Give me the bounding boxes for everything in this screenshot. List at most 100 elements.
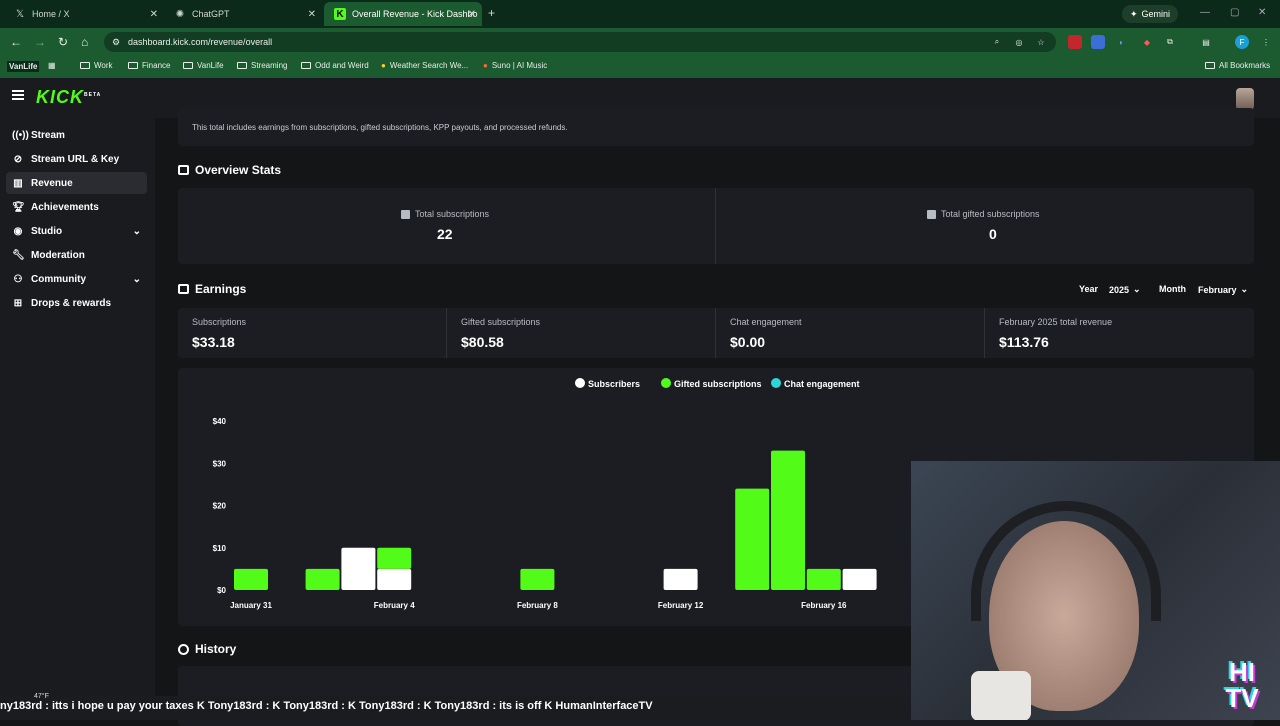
bookmarks-bar: VanLife ▦ Work Finance VanLife Streaming… [0, 56, 1280, 78]
bookmark-suno[interactable]: ● Suno | AI Music [483, 61, 547, 70]
tab-x-home[interactable]: 𝕏 Home / X ✕ [4, 2, 164, 26]
y-tick-label: $30 [213, 459, 227, 468]
suno-icon: ● [483, 61, 488, 70]
apps-grid-icon[interactable]: ▦ [48, 61, 56, 70]
legend-swatch [771, 378, 781, 388]
folder-icon [301, 62, 311, 69]
close-icon[interactable]: ✕ [150, 9, 158, 20]
extension-red-icon[interactable]: ◆ [1140, 35, 1154, 49]
gemini-button[interactable]: ✦ Gemini [1122, 5, 1179, 23]
y-tick-label: $0 [217, 586, 226, 595]
stats-icon [178, 165, 189, 175]
earnings-cards: Subscriptions $33.18 Gifted subscription… [178, 308, 1254, 358]
home-icon[interactable]: ⌂ [81, 35, 88, 49]
sidebar-item-community[interactable]: ⚇ Community ⌄ [6, 268, 147, 290]
new-tab-button[interactable]: + [488, 6, 495, 20]
tab-title: ChatGPT [192, 9, 230, 19]
legend-label: Chat engagement [784, 379, 860, 389]
total-revenue-label: February 2025 total revenue [999, 317, 1113, 327]
coffee-mug [971, 671, 1031, 720]
chart-icon: ▥ [13, 177, 23, 189]
x-tick-label: February 8 [517, 601, 558, 610]
sidebar-item-label: Drops & rewards [31, 297, 112, 309]
section-title: History [195, 642, 237, 656]
folder-icon [183, 62, 193, 69]
bookmark-weather[interactable]: ● Weather Search We... [381, 61, 468, 70]
address-bar[interactable]: ⚙ dashboard.kick.com/revenue/overall [104, 32, 1056, 52]
profile-avatar[interactable]: F [1235, 35, 1249, 49]
sidebar-item-stream-url-key[interactable]: ⊘ Stream URL & Key [6, 148, 147, 170]
maximize-button[interactable]: ▢ [1230, 7, 1239, 18]
legend-label: Subscribers [588, 379, 640, 389]
bookmark-vanlife[interactable]: VanLife [183, 61, 224, 70]
sidebar-item-achievements[interactable]: 🏆︎ Achievements [6, 196, 147, 218]
bar-subscribers [341, 547, 376, 590]
site-info-icon[interactable]: ⚙ [112, 37, 120, 48]
sidebar-item-stream[interactable]: ((•)) Stream [6, 124, 147, 146]
browser-toolbar: ← → ↻ ⌂ ⚙ dashboard.kick.com/revenue/ove… [0, 28, 1280, 56]
bookmark-odd-and-weird[interactable]: Odd and Weird [301, 61, 369, 70]
link-icon: ⊘ [13, 153, 23, 165]
hamburger-menu-icon[interactable] [12, 90, 24, 100]
tab-chatgpt[interactable]: ✺ ChatGPT ✕ [164, 2, 322, 26]
clock-icon [178, 643, 189, 655]
puzzle-icon[interactable]: ⧉ [1163, 35, 1177, 49]
user-avatar[interactable] [1236, 88, 1254, 110]
close-icon[interactable]: ✕ [308, 9, 316, 20]
gemini-label: Gemini [1141, 9, 1171, 19]
bookmark-label: Work [94, 61, 113, 70]
gift-icon: ⊞ [13, 297, 23, 309]
year-select[interactable]: 2025 ⌄ [1109, 284, 1141, 295]
broadcast-icon: ((•)) [12, 129, 29, 141]
total-subscriptions-label: Total subscriptions [401, 209, 489, 219]
sidebar-item-label: Moderation [31, 249, 85, 261]
kick-logo[interactable]: KICKBETA [36, 87, 101, 108]
close-icon[interactable]: ✕ [468, 9, 476, 20]
sidebar-item-drops-rewards[interactable]: ⊞ Drops & rewards [6, 292, 147, 314]
weather-widget[interactable]: 47°F [34, 693, 49, 700]
bar-gifted-subscriptions [234, 568, 268, 590]
bookmark-streaming[interactable]: Streaming [237, 61, 287, 70]
label-text: Month [1159, 284, 1186, 294]
star-icon[interactable]: ☆ [1034, 35, 1048, 49]
more-menu-icon[interactable]: ⋮ [1259, 35, 1273, 49]
chevron-down-icon[interactable]: ⌄ [133, 274, 141, 285]
bookmark-label: All Bookmarks [1219, 61, 1271, 70]
bookmark-finance[interactable]: Finance [128, 61, 170, 70]
hitv-logo: HI TV [1211, 659, 1273, 714]
close-window-button[interactable]: ✕ [1258, 7, 1266, 18]
sidebar-item-label: Stream URL & Key [31, 153, 120, 165]
sidebar-item-label: Studio [31, 225, 63, 237]
sidebar-item-moderation[interactable]: 🔧︎ Moderation [6, 244, 147, 266]
chatgpt-icon: ✺ [175, 8, 185, 20]
earnings-heading: Earnings [178, 282, 246, 296]
side-panel-icon[interactable]: ▤ [1199, 35, 1213, 49]
bookmark-vanlife-app[interactable]: VanLife [7, 61, 40, 72]
back-arrow-icon[interactable]: ← [10, 35, 22, 49]
eye-off-icon[interactable]: ◎ [1012, 35, 1026, 49]
reload-icon[interactable]: ↻ [58, 35, 68, 49]
forward-arrow-icon[interactable]: → [34, 35, 46, 49]
browser-tab-strip: 𝕏 Home / X ✕ ✺ ChatGPT ✕ K Overall Reven… [0, 0, 1280, 28]
minimize-button[interactable]: — [1200, 7, 1210, 18]
sidebar-item-revenue[interactable]: ▥ Revenue [6, 172, 147, 194]
all-bookmarks[interactable]: All Bookmarks [1205, 61, 1270, 70]
earnings-icon [178, 284, 189, 294]
chat-engagement-label: Chat engagement [730, 317, 802, 327]
sidebar-item-label: Stream [31, 129, 65, 141]
extension-translate-icon[interactable] [1091, 35, 1105, 49]
tab-kick-revenue[interactable]: K Overall Revenue - Kick Dashbo ✕ [324, 2, 482, 26]
sidebar-item-studio[interactable]: ◉ Studio ⌄ [6, 220, 147, 242]
url-text: dashboard.kick.com/revenue/overall [128, 37, 273, 47]
extension-shield-icon[interactable] [1068, 35, 1082, 49]
month-select[interactable]: February ⌄ [1198, 284, 1248, 295]
bookmark-work[interactable]: Work [80, 61, 113, 70]
legend-swatch [575, 378, 585, 388]
y-tick-label: $40 [213, 417, 227, 426]
zoom-icon[interactable]: ⌕ [990, 35, 1004, 49]
bar-subscribers [663, 568, 698, 590]
extension-audio-icon[interactable]: ◗ [1114, 35, 1128, 49]
bar-gifted-subscriptions [377, 547, 412, 569]
sparkle-icon: ✦ [1130, 8, 1138, 19]
chevron-down-icon[interactable]: ⌄ [133, 226, 141, 237]
